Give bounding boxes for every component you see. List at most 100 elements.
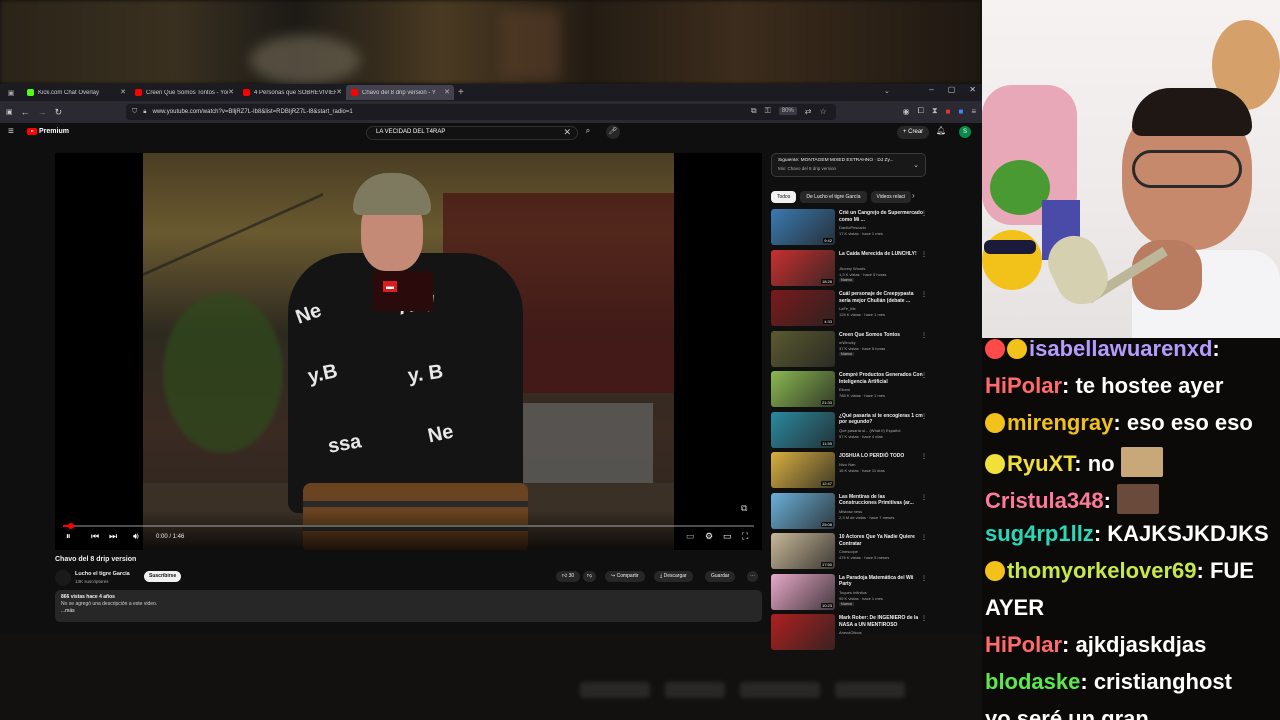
- recommendation-item[interactable]: 25:08 Las Mentiras de las Construcciones …: [771, 492, 931, 529]
- recommendation-title[interactable]: Las Mentiras de las Construcciones Primi…: [839, 494, 923, 507]
- next-icon[interactable]: ⏭: [109, 531, 117, 542]
- recommendation-channel[interactable]: DaniloPescado: [839, 225, 866, 230]
- chat-username[interactable]: RyuXT: [1007, 451, 1074, 476]
- channel-name[interactable]: Lucho el tigre García: [75, 571, 130, 577]
- browser-tab-active[interactable]: Chavo del 8 drip version - Y ✕: [346, 85, 454, 100]
- reload-icon[interactable]: ↻: [55, 107, 63, 118]
- clear-search-icon[interactable]: ✕: [563, 127, 571, 138]
- more-options-icon[interactable]: ⋮: [921, 494, 927, 501]
- more-options-icon[interactable]: ⋮: [921, 291, 927, 298]
- maximize-icon[interactable]: ▢: [948, 85, 956, 94]
- description-box[interactable]: 866 vistas hace 4 años No se agregó una …: [55, 590, 762, 622]
- more-options-icon[interactable]: ⋮: [921, 413, 927, 420]
- create-button[interactable]: + Crear: [897, 126, 930, 139]
- translate-icon[interactable]: ⇄: [805, 107, 812, 116]
- zoom-level[interactable]: 80%: [778, 107, 797, 115]
- video-thumbnail[interactable]: 10:23: [771, 573, 835, 610]
- recommendation-channel[interactable]: LaFe_Mx: [839, 306, 856, 311]
- recommendation-channel[interactable]: Qué pasaría si... (What If) Español: [839, 428, 900, 433]
- video-thumbnail[interactable]: 17:50: [771, 533, 835, 569]
- avatar[interactable]: S: [959, 126, 971, 138]
- account-icon[interactable]: ◉: [903, 107, 910, 116]
- video-thumbnail[interactable]: 18:28: [771, 249, 835, 286]
- more-actions-button[interactable]: ⋯: [747, 571, 758, 582]
- screenshot-icon[interactable]: ⧉: [751, 106, 757, 116]
- recommendation-item[interactable]: 12:47 JOSHUA LO PERDIÓ TODO Nico Nan 16 K v…: [771, 452, 931, 488]
- progress-bar[interactable]: [63, 523, 754, 529]
- chip-channel[interactable]: De Lucho el tigre García: [800, 191, 867, 203]
- back-icon[interactable]: ←: [21, 107, 30, 117]
- more-options-icon[interactable]: ⋮: [921, 251, 927, 258]
- chip-related[interactable]: Videos relaci: [870, 191, 912, 203]
- channel-avatar[interactable]: [55, 570, 71, 586]
- recommendation-item[interactable]: 10:23 La Paradoja Matemática del Wii Part…: [771, 573, 931, 610]
- extension-blue-icon[interactable]: ■: [958, 107, 963, 116]
- recommendation-item[interactable]: Mark Rober: De INGENIERO de la NASA a UN…: [771, 614, 931, 650]
- extension-icon[interactable]: ⧠: [918, 106, 924, 116]
- video-thumbnail[interactable]: 11:55: [771, 411, 835, 448]
- video-thumbnail[interactable]: 9:42: [771, 209, 835, 245]
- video-thumbnail[interactable]: 21:33: [771, 371, 835, 407]
- chat-username[interactable]: thomyorkelover69: [1007, 558, 1197, 583]
- chevron-down-icon[interactable]: ⌄: [913, 161, 919, 169]
- recommendation-channel[interactable]: Cinescope: [839, 549, 858, 554]
- chat-username[interactable]: isabellawuarenxd: [1029, 338, 1212, 361]
- hamburger-menu-icon[interactable]: ≡: [8, 126, 14, 137]
- recommendation-title[interactable]: Crié un Cangrejo de Supermercado como Mi…: [839, 210, 923, 223]
- recommendation-channel[interactable]: Misbow ness: [839, 509, 862, 514]
- recommendation-item[interactable]: 17:50 10 Actores Que Ya Nadie Quiere Cont…: [771, 533, 931, 569]
- browser-tab[interactable]: Kick.com Chat Overlay ✕: [22, 85, 130, 100]
- minimize-icon[interactable]: –: [929, 85, 933, 94]
- close-window-icon[interactable]: ✕: [969, 85, 976, 94]
- recommendation-item[interactable]: Creen Que Somos Tontos mWrocky 37 K vistas…: [771, 330, 931, 367]
- new-tab-button[interactable]: +: [458, 87, 464, 98]
- more-options-icon[interactable]: ⋮: [921, 210, 927, 217]
- subtitles-icon[interactable]: ▭: [686, 531, 695, 542]
- more-options-icon[interactable]: ⋮: [921, 575, 927, 582]
- recommendation-title[interactable]: JOSHUA LO PERDIÓ TODO: [839, 453, 923, 460]
- recommendation-item[interactable]: 18:28 La Caída Merecida de LUNCHLY! Jhonny…: [771, 249, 931, 286]
- tab-overflow-chevron-icon[interactable]: ⌄: [884, 87, 890, 95]
- recommendation-channel[interactable]: AnecdOticos: [839, 630, 862, 635]
- recommendation-item[interactable]: 11:55 ¿Qué pasaría si te encogieras 1 cm …: [771, 411, 931, 448]
- theater-mode-icon[interactable]: ▭: [723, 531, 732, 542]
- address-bar[interactable]: ⛉ 🔒︎ www.youtube.com/watch?v=BlljRZ7L-Ib…: [126, 104, 836, 120]
- close-tab-icon[interactable]: ✕: [120, 88, 126, 96]
- recommendation-item[interactable]: 4:33 Cuál personaje de Creepypasta sería …: [771, 290, 931, 326]
- microphone-icon[interactable]: 🎤︎: [606, 125, 620, 139]
- recommendation-title[interactable]: 10 Actores Que Ya Nadie Quiere Contratar: [839, 534, 923, 547]
- share-button[interactable]: ↪ Compartir: [605, 571, 645, 582]
- bookmark-star-icon[interactable]: ☆: [819, 107, 826, 116]
- app-menu-icon[interactable]: ≡: [971, 107, 976, 116]
- chat-username[interactable]: mirengray: [1007, 410, 1113, 435]
- chat-username[interactable]: sug4rp1llz: [985, 521, 1094, 546]
- recommendation-title[interactable]: La Paradoja Matemática del Wii Party: [839, 575, 923, 588]
- browser-tab[interactable]: Creen Que Somos Tontos - You ✕: [130, 85, 238, 100]
- recommendation-item[interactable]: 21:33 Compré Productos Generados Con Inte…: [771, 371, 931, 407]
- recommendation-title[interactable]: La Caída Merecida de LUNCHLY!: [839, 251, 923, 258]
- close-tab-icon[interactable]: ✕: [336, 88, 342, 96]
- up-next-panel[interactable]: Siguiente: MONTAGEM MIXED ESTRAHNO · DJ …: [771, 153, 926, 177]
- more-options-icon[interactable]: ⋮: [921, 453, 927, 460]
- save-button[interactable]: Guardar: [705, 571, 736, 582]
- recommendation-channel[interactable]: Ellonn: [839, 387, 850, 392]
- close-tab-icon[interactable]: ✕: [228, 88, 234, 96]
- video-thumbnail[interactable]: [771, 614, 835, 650]
- sidebar-toggle-icon[interactable]: ▣: [6, 108, 13, 116]
- search-icon[interactable]: ⌕: [580, 126, 596, 140]
- close-tab-icon[interactable]: ✕: [444, 88, 450, 96]
- chat-username[interactable]: blodaske: [985, 669, 1080, 694]
- search-input[interactable]: LA VECIDAD DEL T4RAP ✕: [366, 126, 578, 140]
- chat-username[interactable]: HiPolar: [985, 632, 1062, 657]
- chevron-right-icon[interactable]: ›: [912, 191, 915, 200]
- volume-icon[interactable]: 🔊︎: [133, 531, 139, 542]
- chip-all[interactable]: Todos: [771, 191, 797, 203]
- previous-icon[interactable]: ⏮: [91, 531, 99, 542]
- recommendation-channel[interactable]: mWrocky: [839, 340, 856, 345]
- recommendation-channel[interactable]: Toques Infinitos: [839, 590, 867, 595]
- recommendation-title[interactable]: Creen Que Somos Tontos: [839, 332, 923, 339]
- recommendation-title[interactable]: Cuál personaje de Creepypasta sería mejo…: [839, 291, 923, 304]
- video-thumbnail[interactable]: 12:47: [771, 452, 835, 488]
- video-thumbnail[interactable]: 25:08: [771, 492, 835, 529]
- chat-username[interactable]: HiPolar: [985, 373, 1062, 398]
